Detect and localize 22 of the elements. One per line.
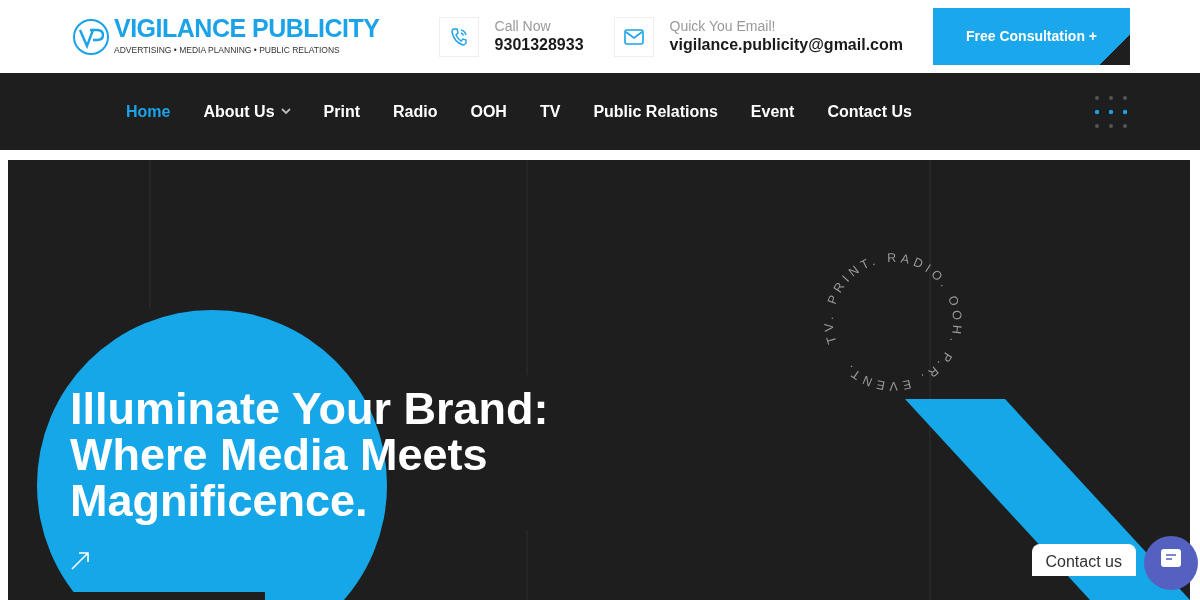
nav-link[interactable]: Radio bbox=[393, 99, 438, 124]
nav-link[interactable]: Event bbox=[750, 99, 795, 124]
logo-tagline: ADVERTISING • MEDIA PLANNING • PUBLIC RELATIONS bbox=[114, 44, 341, 57]
chat-icon bbox=[1160, 548, 1182, 568]
nav-link[interactable]: Public Relations bbox=[593, 99, 718, 124]
nav-link[interactable]: TV bbox=[539, 99, 561, 124]
mail-icon bbox=[623, 28, 644, 45]
dots-menu-icon[interactable] bbox=[1094, 94, 1128, 129]
phone-link[interactable]: 9301328933 bbox=[494, 34, 584, 56]
nav-link[interactable]: About Us bbox=[203, 99, 291, 124]
email-link[interactable]: vigilance.publicity@gmail.com bbox=[669, 34, 903, 56]
nav-link[interactable]: Contact Us bbox=[827, 99, 912, 124]
phone-icon bbox=[449, 26, 468, 47]
contact-label: Call Now bbox=[494, 17, 552, 35]
nav-link[interactable]: OOH bbox=[470, 99, 507, 124]
chat-label[interactable]: Contact us bbox=[1031, 544, 1136, 576]
contact-label: Quick You Email! bbox=[669, 17, 777, 35]
nav-link[interactable]: Print bbox=[323, 99, 360, 124]
nav-link[interactable]: Home bbox=[126, 99, 171, 124]
arrow-icon[interactable] bbox=[71, 552, 89, 570]
logo-icon[interactable] bbox=[72, 17, 110, 56]
hero-heading: Magnificence. bbox=[70, 478, 369, 524]
